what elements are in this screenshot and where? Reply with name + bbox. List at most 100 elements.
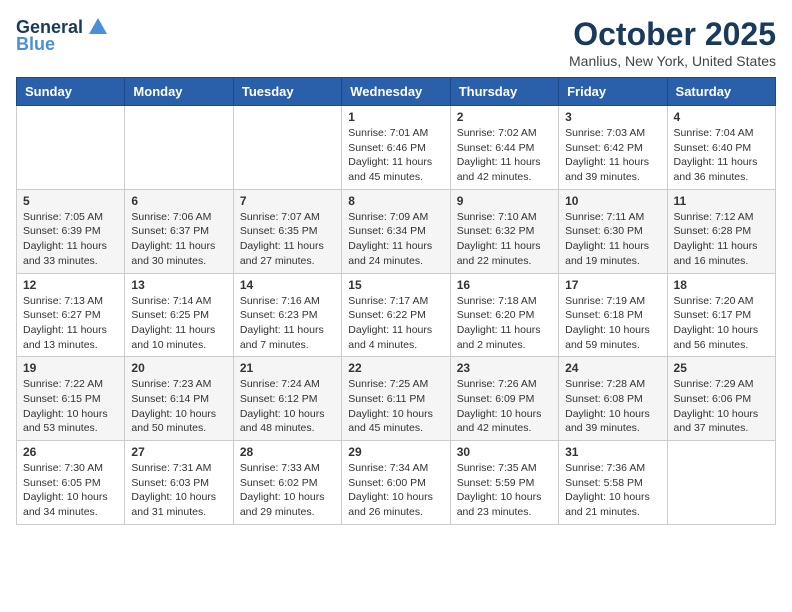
- day-info: Sunrise: 7:05 AM Sunset: 6:39 PM Dayligh…: [23, 210, 118, 269]
- day-info: Sunrise: 7:13 AM Sunset: 6:27 PM Dayligh…: [23, 294, 118, 353]
- title-section: October 2025 Manlius, New York, United S…: [569, 16, 776, 69]
- day-number: 21: [240, 361, 335, 375]
- calendar-day-26: 26 Sunrise: 7:30 AM Sunset: 6:05 PM Dayli…: [17, 441, 125, 525]
- calendar-day-27: 27 Sunrise: 7:31 AM Sunset: 6:03 PM Dayli…: [125, 441, 233, 525]
- calendar-day-24: 24Sunrise: 7:28 AM Sunset: 6:08 PM Dayli…: [559, 357, 667, 441]
- calendar-day-7: 7 Sunrise: 7:07 AM Sunset: 6:35 PM Daylig…: [233, 189, 341, 273]
- calendar-week-row: 12Sunrise: 7:13 AM Sunset: 6:27 PM Dayli…: [17, 273, 776, 357]
- day-number: 18: [674, 278, 769, 292]
- logo-icon: [87, 16, 109, 38]
- day-info: Sunrise: 7:06 AM Sunset: 6:37 PM Dayligh…: [131, 210, 226, 269]
- day-info: Sunrise: 7:29 AM Sunset: 6:06 PM Dayligh…: [674, 377, 769, 436]
- day-number: 16: [457, 278, 552, 292]
- day-info: Sunrise: 7:20 AM Sunset: 6:17 PM Dayligh…: [674, 294, 769, 353]
- day-info: Sunrise: 7:26 AM Sunset: 6:09 PM Dayligh…: [457, 377, 552, 436]
- calendar-day-29: 29 Sunrise: 7:34 AM Sunset: 6:00 PM Dayli…: [342, 441, 450, 525]
- page-header: General Blue October 2025 Manlius, New Y…: [16, 16, 776, 69]
- day-number: 20: [131, 361, 226, 375]
- day-info: Sunrise: 7:23 AM Sunset: 6:14 PM Dayligh…: [131, 377, 226, 436]
- day-number: 15: [348, 278, 443, 292]
- day-info: Sunrise: 7:24 AM Sunset: 6:12 PM Dayligh…: [240, 377, 335, 436]
- day-number: 29: [348, 445, 443, 459]
- calendar-week-row: 19 Sunrise: 7:22 AM Sunset: 6:15 PM Dayli…: [17, 357, 776, 441]
- empty-cell: [233, 106, 341, 190]
- day-number: 31: [565, 445, 660, 459]
- calendar-day-18: 18 Sunrise: 7:20 AM Sunset: 6:17 PM Dayli…: [667, 273, 775, 357]
- day-info: Sunrise: 7:35 AM Sunset: 5:59 PM Dayligh…: [457, 461, 552, 520]
- day-info: Sunrise: 7:36 AM Sunset: 5:58 PM Dayligh…: [565, 461, 660, 520]
- calendar-day-13: 13Sunrise: 7:14 AM Sunset: 6:25 PM Dayli…: [125, 273, 233, 357]
- day-number: 8: [348, 194, 443, 208]
- day-header-friday: Friday: [559, 78, 667, 106]
- day-number: 28: [240, 445, 335, 459]
- day-number: 25: [674, 361, 769, 375]
- day-info: Sunrise: 7:10 AM Sunset: 6:32 PM Dayligh…: [457, 210, 552, 269]
- calendar-day-23: 23 Sunrise: 7:26 AM Sunset: 6:09 PM Dayli…: [450, 357, 558, 441]
- calendar-day-21: 21 Sunrise: 7:24 AM Sunset: 6:12 PM Dayli…: [233, 357, 341, 441]
- day-info: Sunrise: 7:07 AM Sunset: 6:35 PM Dayligh…: [240, 210, 335, 269]
- calendar-header-row: SundayMondayTuesdayWednesdayThursdayFrid…: [17, 78, 776, 106]
- calendar-day-28: 28 Sunrise: 7:33 AM Sunset: 6:02 PM Dayli…: [233, 441, 341, 525]
- month-title: October 2025: [569, 16, 776, 53]
- empty-cell: [17, 106, 125, 190]
- day-info: Sunrise: 7:30 AM Sunset: 6:05 PM Dayligh…: [23, 461, 118, 520]
- day-info: Sunrise: 7:19 AM Sunset: 6:18 PM Dayligh…: [565, 294, 660, 353]
- calendar-week-row: 26 Sunrise: 7:30 AM Sunset: 6:05 PM Dayli…: [17, 441, 776, 525]
- calendar-week-row: 5 Sunrise: 7:05 AM Sunset: 6:39 PM Daylig…: [17, 189, 776, 273]
- day-info: Sunrise: 7:16 AM Sunset: 6:23 PM Dayligh…: [240, 294, 335, 353]
- calendar-day-14: 14Sunrise: 7:16 AM Sunset: 6:23 PM Dayli…: [233, 273, 341, 357]
- day-header-sunday: Sunday: [17, 78, 125, 106]
- day-number: 10: [565, 194, 660, 208]
- day-number: 3: [565, 110, 660, 124]
- day-header-monday: Monday: [125, 78, 233, 106]
- empty-cell: [125, 106, 233, 190]
- day-header-saturday: Saturday: [667, 78, 775, 106]
- logo: General Blue: [16, 16, 109, 55]
- day-number: 22: [348, 361, 443, 375]
- calendar-day-31: 31 Sunrise: 7:36 AM Sunset: 5:58 PM Dayli…: [559, 441, 667, 525]
- day-number: 23: [457, 361, 552, 375]
- day-number: 5: [23, 194, 118, 208]
- day-header-tuesday: Tuesday: [233, 78, 341, 106]
- location-text: Manlius, New York, United States: [569, 53, 776, 69]
- day-number: 11: [674, 194, 769, 208]
- day-info: Sunrise: 7:09 AM Sunset: 6:34 PM Dayligh…: [348, 210, 443, 269]
- day-info: Sunrise: 7:33 AM Sunset: 6:02 PM Dayligh…: [240, 461, 335, 520]
- calendar-day-10: 10 Sunrise: 7:11 AM Sunset: 6:30 PM Dayli…: [559, 189, 667, 273]
- calendar-day-12: 12Sunrise: 7:13 AM Sunset: 6:27 PM Dayli…: [17, 273, 125, 357]
- empty-cell: [667, 441, 775, 525]
- calendar-day-1: 1Sunrise: 7:01 AM Sunset: 6:46 PM Daylig…: [342, 106, 450, 190]
- calendar-day-17: 17 Sunrise: 7:19 AM Sunset: 6:18 PM Dayli…: [559, 273, 667, 357]
- day-number: 4: [674, 110, 769, 124]
- calendar-day-22: 22Sunrise: 7:25 AM Sunset: 6:11 PM Dayli…: [342, 357, 450, 441]
- day-info: Sunrise: 7:34 AM Sunset: 6:00 PM Dayligh…: [348, 461, 443, 520]
- day-info: Sunrise: 7:22 AM Sunset: 6:15 PM Dayligh…: [23, 377, 118, 436]
- calendar-day-5: 5 Sunrise: 7:05 AM Sunset: 6:39 PM Daylig…: [17, 189, 125, 273]
- calendar-day-9: 9 Sunrise: 7:10 AM Sunset: 6:32 PM Daylig…: [450, 189, 558, 273]
- day-info: Sunrise: 7:01 AM Sunset: 6:46 PM Dayligh…: [348, 126, 443, 185]
- calendar-day-16: 16Sunrise: 7:18 AM Sunset: 6:20 PM Dayli…: [450, 273, 558, 357]
- day-number: 9: [457, 194, 552, 208]
- logo-blue-text: Blue: [16, 34, 55, 55]
- day-info: Sunrise: 7:17 AM Sunset: 6:22 PM Dayligh…: [348, 294, 443, 353]
- calendar-day-15: 15 Sunrise: 7:17 AM Sunset: 6:22 PM Dayli…: [342, 273, 450, 357]
- day-number: 30: [457, 445, 552, 459]
- day-info: Sunrise: 7:28 AM Sunset: 6:08 PM Dayligh…: [565, 377, 660, 436]
- calendar-day-8: 8 Sunrise: 7:09 AM Sunset: 6:34 PM Daylig…: [342, 189, 450, 273]
- day-number: 17: [565, 278, 660, 292]
- day-number: 6: [131, 194, 226, 208]
- day-number: 19: [23, 361, 118, 375]
- day-info: Sunrise: 7:11 AM Sunset: 6:30 PM Dayligh…: [565, 210, 660, 269]
- day-info: Sunrise: 7:31 AM Sunset: 6:03 PM Dayligh…: [131, 461, 226, 520]
- day-number: 2: [457, 110, 552, 124]
- day-info: Sunrise: 7:12 AM Sunset: 6:28 PM Dayligh…: [674, 210, 769, 269]
- day-number: 7: [240, 194, 335, 208]
- day-number: 26: [23, 445, 118, 459]
- calendar-day-30: 30 Sunrise: 7:35 AM Sunset: 5:59 PM Dayli…: [450, 441, 558, 525]
- day-header-thursday: Thursday: [450, 78, 558, 106]
- calendar-day-25: 25 Sunrise: 7:29 AM Sunset: 6:06 PM Dayli…: [667, 357, 775, 441]
- day-header-wednesday: Wednesday: [342, 78, 450, 106]
- day-number: 27: [131, 445, 226, 459]
- day-info: Sunrise: 7:04 AM Sunset: 6:40 PM Dayligh…: [674, 126, 769, 185]
- calendar-table: SundayMondayTuesdayWednesdayThursdayFrid…: [16, 77, 776, 525]
